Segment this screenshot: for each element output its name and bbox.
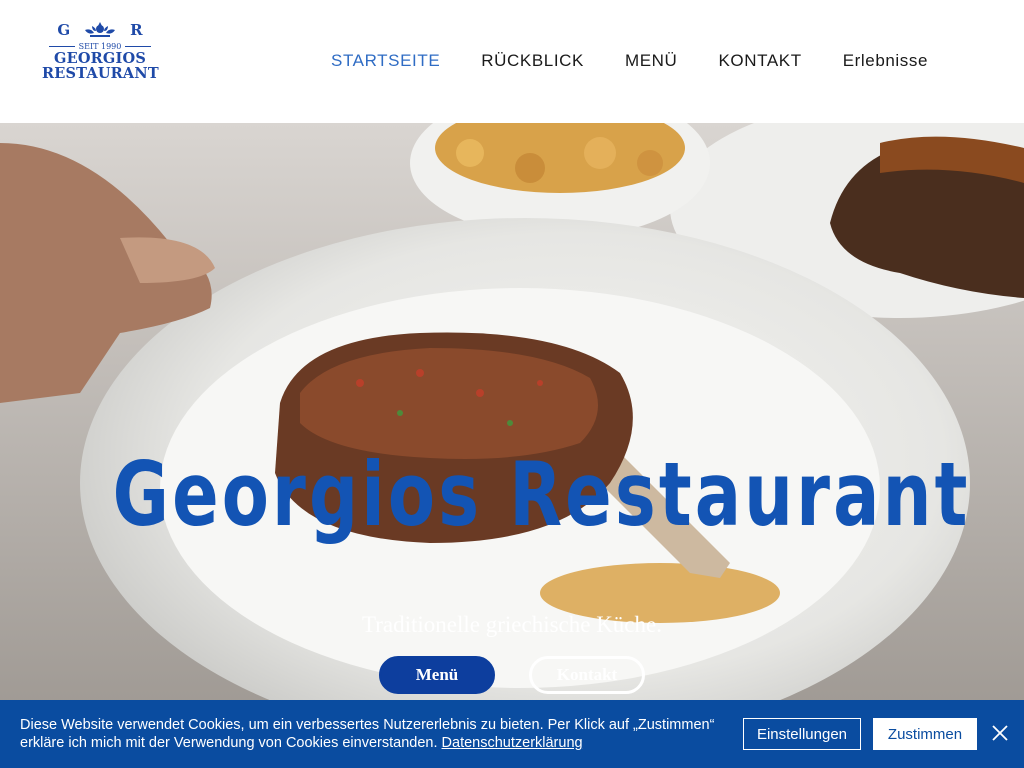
site-header: G R SEIT 1990 GEORGIOS RESTAURANT STARTS… bbox=[0, 0, 1024, 123]
contact-button[interactable]: Kontakt bbox=[529, 656, 645, 694]
cookie-accept-button[interactable]: Zustimmen bbox=[873, 718, 977, 750]
nav-item-startseite[interactable]: STARTSEITE bbox=[331, 51, 440, 71]
main-nav: STARTSEITE RÜCKBLICK MENÜ KONTAKT Erlebn… bbox=[331, 51, 928, 71]
logo[interactable]: G R SEIT 1990 GEORGIOS RESTAURANT bbox=[42, 20, 159, 90]
nav-item-erlebnisse[interactable]: Erlebnisse bbox=[843, 51, 928, 71]
cookie-text-block: Diese Website verwendet Cookies, um ein … bbox=[20, 716, 720, 752]
nav-item-kontakt[interactable]: KONTAKT bbox=[718, 51, 801, 71]
cookie-settings-button[interactable]: Einstellungen bbox=[743, 718, 861, 750]
logo-letter-g: G bbox=[57, 21, 71, 39]
close-icon[interactable] bbox=[991, 724, 1009, 742]
menu-button[interactable]: Menü bbox=[379, 656, 495, 694]
nav-item-rueckblick[interactable]: RÜCKBLICK bbox=[481, 51, 584, 71]
hero-title: Georgios Restaurant bbox=[112, 443, 971, 546]
privacy-policy-link[interactable]: Datenschutzerklärung bbox=[442, 735, 583, 751]
hero-buttons: Menü Kontakt bbox=[379, 656, 645, 694]
logo-letter-r: R bbox=[130, 21, 143, 39]
hero-subtitle: Traditionelle griechische Küche. bbox=[362, 612, 662, 637]
logo-top: G R bbox=[42, 20, 158, 40]
hero-section: Georgios Restaurant Traditionelle griech… bbox=[0, 123, 1024, 768]
logo-name-line1: GEORGIOS bbox=[54, 50, 146, 67]
cookie-banner: Diese Website verwendet Cookies, um ein … bbox=[0, 700, 1024, 768]
logo-rule-left bbox=[48, 46, 75, 47]
logo-name-line2: RESTAURANT bbox=[42, 65, 159, 82]
nav-item-menue[interactable]: MENÜ bbox=[625, 51, 677, 71]
logo-rule-right bbox=[125, 46, 152, 47]
cookie-message: Diese Website verwendet Cookies, um ein … bbox=[20, 717, 715, 751]
flower-emblem-icon bbox=[85, 22, 116, 37]
